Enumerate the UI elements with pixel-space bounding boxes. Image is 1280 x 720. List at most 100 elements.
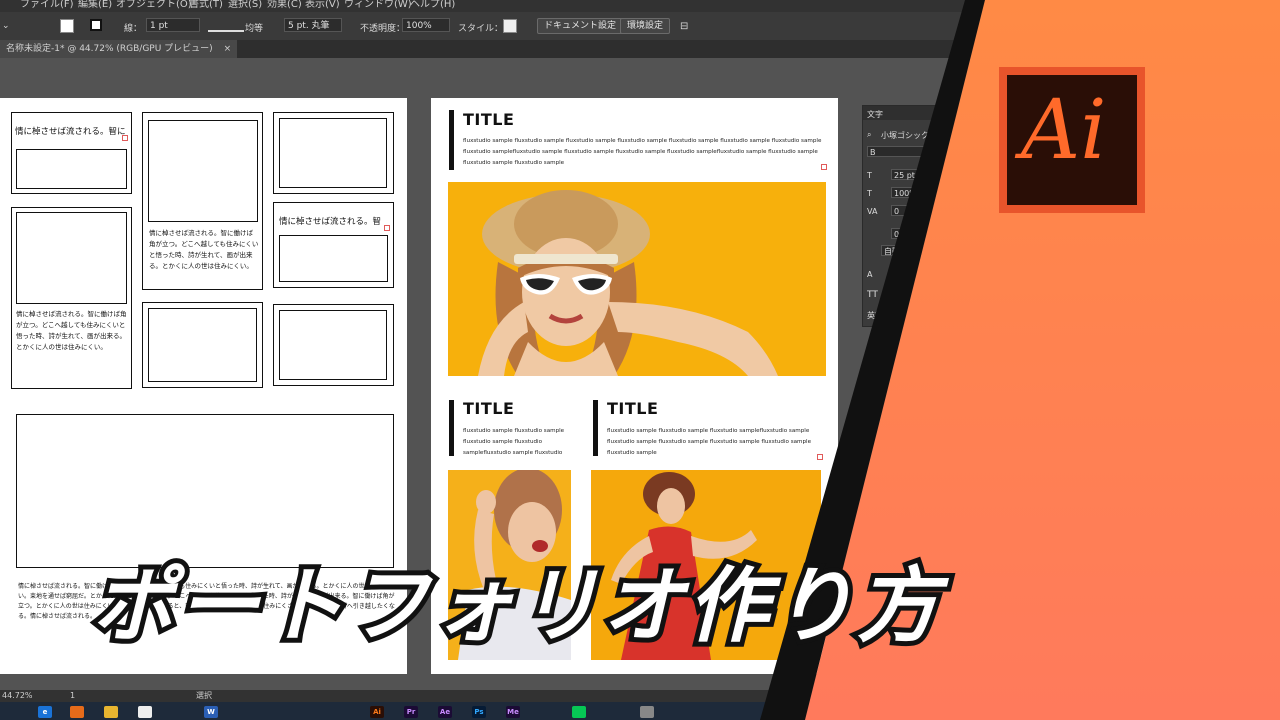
title-right: TITLE	[607, 399, 659, 418]
sample-right: fluxstudio sample fluxstudio sample flux…	[607, 428, 812, 456]
title-left: TITLE	[463, 399, 515, 418]
inner-frame[interactable]	[279, 118, 387, 188]
text-big-1: 情に棹させば流される。智に	[15, 127, 126, 137]
woman-hat-image	[478, 190, 778, 376]
overflow-icon	[821, 164, 827, 170]
folder-icon[interactable]	[104, 706, 118, 718]
preferences-button[interactable]: 環境設定	[620, 18, 671, 34]
font-family-field[interactable]: 小塚ゴシック Pr6N	[881, 130, 951, 141]
logo-text: Ai	[1021, 83, 1107, 178]
menu-type[interactable]: 書式(T)	[189, 0, 223, 10]
title-bar-accent	[449, 400, 454, 456]
small-caps-button[interactable]: Tr	[889, 290, 897, 300]
menu-view[interactable]: 表示(V)	[305, 0, 340, 10]
inner-frame[interactable]	[16, 149, 127, 189]
tracking-icon: VA	[867, 207, 878, 216]
zoom-level[interactable]: 44.72%	[2, 690, 33, 702]
frame-4[interactable]: 情に棹させば流される。智に働けば角が立つ。どこへ越しても住みにくいと悟った時、詩…	[11, 207, 132, 389]
vertical-scale-icon: T	[867, 189, 872, 198]
close-icon[interactable]: ×	[224, 44, 232, 54]
menu-edit[interactable]: 編集(E)	[78, 0, 112, 10]
premiere-icon[interactable]: Pr	[404, 706, 418, 718]
firefox-icon[interactable]	[70, 706, 84, 718]
menu-file[interactable]: ファイル(F)	[20, 0, 74, 10]
document-settings-button[interactable]: ドキュメント設定	[537, 18, 624, 34]
menu-object[interactable]: オブジェクト(O)	[116, 0, 192, 10]
inner-frame[interactable]	[279, 235, 388, 282]
fill-swatch[interactable]	[60, 19, 74, 33]
edge-icon[interactable]: e	[38, 706, 52, 718]
title-top: TITLE	[463, 110, 515, 129]
sample-left: fluxstudio sample fluxstudio sample flux…	[463, 428, 565, 456]
sample-top: fluxstudio sample fluxstudio sample flux…	[463, 138, 822, 166]
proportional-field[interactable]: 0%	[891, 228, 937, 239]
headline: ポートフォリオ作り方	[87, 554, 944, 659]
inner-frame[interactable]	[148, 120, 258, 222]
frame-2[interactable]: 情に棹させば流される。智に働けば角が立つ。どこへ越しても住みにくいと悟った時、詩…	[142, 112, 263, 290]
inner-frame[interactable]	[279, 310, 387, 380]
menu-bar: ファイル(F) 編集(E) オブジェクト(O) 書式(T) 選択(S) 効果(C…	[0, 0, 1280, 12]
stroke-weight-field[interactable]: 1 pt	[146, 18, 200, 32]
control-bar: ⌄ 線： 1 pt 均等 5 pt. 丸筆 不透明度： 100% スタイル： ド…	[0, 12, 1280, 41]
frame-3[interactable]	[273, 112, 394, 194]
status-bar: 44.72% 1 選択	[0, 690, 1280, 702]
frame-7[interactable]	[273, 304, 394, 386]
menu-help[interactable]: ヘルプ(H)	[410, 0, 455, 10]
para-left: 情に棹させば流される。智に働けば角が立つ。どこへ越しても住みにくいと悟った時、詩…	[16, 310, 127, 351]
menu-window[interactable]: ウィンドウ(W)	[344, 0, 412, 10]
menu-select[interactable]: 選択(S)	[228, 0, 262, 10]
word-icon[interactable]: W	[204, 706, 218, 718]
character-panel[interactable]: 文字 ⌕ 小塚ゴシック Pr6N B T 25 pt T 100% VA 0 0…	[862, 105, 959, 327]
baseline-icon: A	[867, 270, 873, 279]
stroke-profile-line	[208, 30, 244, 32]
stroke-label: 線：	[124, 24, 143, 34]
illustrator-icon[interactable]: Ai	[370, 706, 384, 718]
chrome-icon[interactable]	[138, 706, 152, 718]
font-search-icon[interactable]: ⌕	[867, 130, 871, 140]
settings-icon[interactable]	[640, 706, 654, 718]
all-caps-button[interactable]: TT	[867, 290, 878, 300]
after-effects-icon[interactable]: Ae	[438, 706, 452, 718]
tracking-field[interactable]: 0	[891, 205, 937, 216]
stroke-profile[interactable]: 均等	[245, 21, 263, 34]
photo-main[interactable]	[448, 182, 826, 376]
style-label: スタイル：	[458, 24, 504, 34]
inner-frame[interactable]	[148, 308, 257, 382]
photoshop-icon[interactable]: Ps	[472, 706, 486, 718]
page-number[interactable]: 1	[70, 690, 75, 702]
taskbar: e W Ai Pr Ae Ps Me	[0, 702, 1280, 720]
style-swatch[interactable]	[503, 19, 517, 33]
line-icon[interactable]	[572, 706, 586, 718]
para-mid: 情に棹させば流される。智に働けば角が立つ。どこへ越しても住みにくいと悟った時、詩…	[149, 229, 259, 270]
opacity-label: 不透明度：	[360, 24, 406, 34]
font-size-field[interactable]: 25 pt	[891, 169, 937, 180]
language-field[interactable]: 英語：米	[867, 310, 899, 321]
overflow-icon	[122, 135, 128, 141]
media-encoder-icon[interactable]: Me	[506, 706, 520, 718]
frame-6[interactable]	[142, 302, 263, 388]
illustrator-logo: Ai	[999, 67, 1145, 213]
chevron-icon[interactable]: ⌄	[2, 21, 10, 31]
font-weight-field[interactable]: B	[867, 146, 954, 157]
title-bar-accent	[449, 110, 454, 170]
frame-5[interactable]: 情に棹させば流される。智	[273, 202, 394, 288]
title-bar-accent	[593, 400, 598, 456]
char-panel-tab[interactable]: 文字	[867, 109, 883, 120]
inner-frame[interactable]	[16, 212, 127, 304]
align-icon[interactable]: ⊟	[680, 21, 688, 32]
brush-field[interactable]: 5 pt. 丸筆	[284, 18, 342, 32]
opacity-field[interactable]: 100%	[402, 18, 450, 32]
overflow-icon	[384, 225, 390, 231]
stroke-swatch[interactable]	[90, 19, 102, 31]
menu-effect[interactable]: 効果(C)	[267, 0, 302, 10]
frame-8[interactable]	[16, 414, 394, 568]
auto-field[interactable]: 自動	[881, 245, 937, 256]
tool-mode: 選択	[196, 691, 212, 700]
overflow-icon	[817, 454, 823, 460]
baseline-field[interactable]: 0 pt	[891, 268, 937, 279]
scale-field[interactable]: 100%	[891, 187, 937, 198]
frame-1[interactable]: 情に棹させば流される。智に	[11, 112, 132, 194]
document-tab[interactable]: 名称未設定-1* @ 44.72% (RGB/GPU プレビュー) ×	[0, 40, 238, 58]
text-big-2: 情に棹させば流される。智	[279, 217, 382, 227]
logo-inner: Ai	[1007, 75, 1137, 205]
